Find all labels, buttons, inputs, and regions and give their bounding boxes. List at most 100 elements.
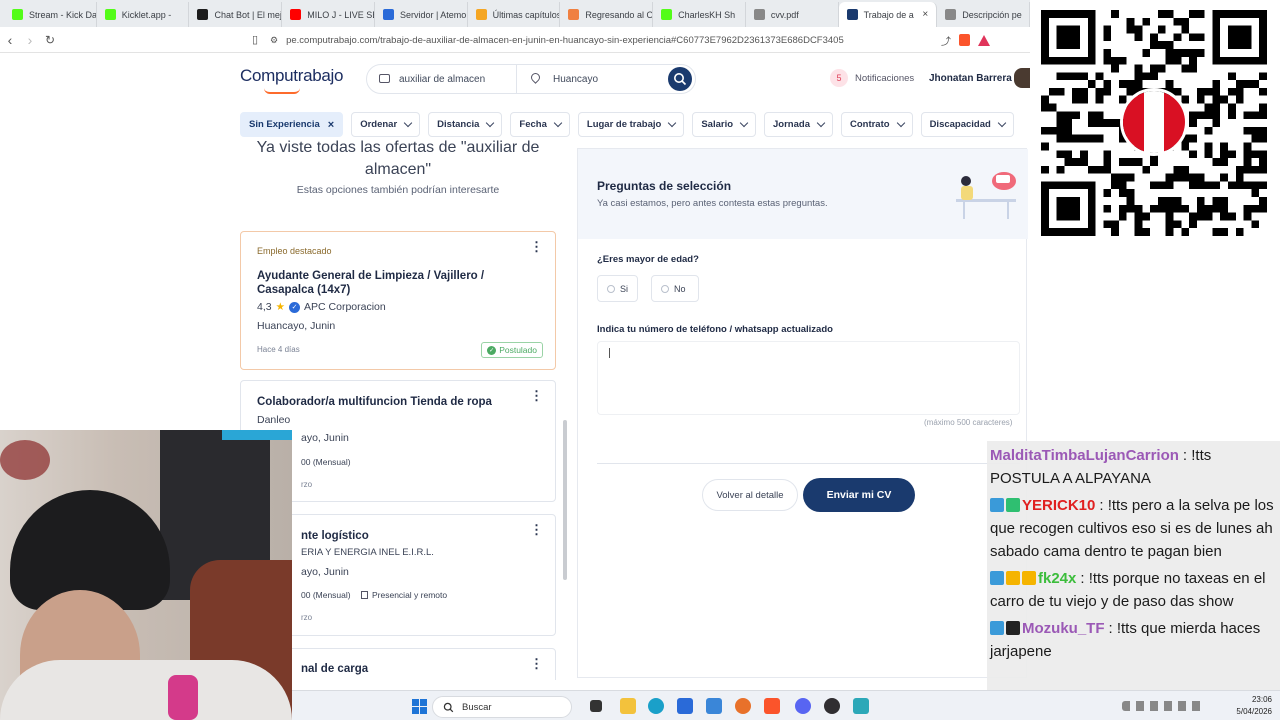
company-row: 4,3 ★ ✓ APC Corporacion — [257, 301, 386, 313]
option-no[interactable]: No — [651, 275, 699, 302]
chevron-down-icon — [403, 118, 413, 128]
system-clock[interactable]: 23:06 5/04/2026 — [1222, 694, 1272, 718]
brave-shield-icon[interactable] — [959, 34, 970, 46]
more-options-icon[interactable]: ⋮ — [530, 523, 543, 536]
browser-tab[interactable]: Últimas capítulos — [468, 2, 561, 27]
url-field[interactable]: ⚙ pe.computrabajo.com/trabajo-de-auxilia… — [270, 31, 990, 49]
windows-start-icon[interactable] — [412, 699, 427, 714]
suggestions-subtitle: Estas opciones también podrían interesar… — [296, 184, 500, 196]
back-icon[interactable]: ‹ — [0, 32, 20, 48]
tab-favicon-icon — [382, 9, 394, 20]
tab-label: MILO J - LIVE SE — [307, 9, 375, 20]
browser-tab[interactable]: CharlesKH Sh — [653, 2, 746, 27]
work-mode-label: Presencial y remoto — [372, 590, 448, 600]
rewards-icon[interactable] — [978, 34, 990, 46]
browser-tab[interactable]: Kicklet.app - — [97, 2, 190, 27]
option-yes[interactable]: Si — [597, 275, 639, 302]
browser-tab[interactable]: Servidor | Atemo — [375, 2, 468, 27]
filter-chip[interactable]: Lugar de trabajo — [577, 112, 685, 137]
job-card-featured[interactable]: ⋮ Empleo destacado Ayudante General de L… — [240, 231, 556, 370]
file-explorer-icon[interactable] — [620, 698, 636, 714]
no-more-results-line2: almacen" — [364, 161, 432, 178]
chevron-down-icon — [668, 118, 677, 128]
user-name[interactable]: Jhonatan Barrera — [929, 73, 1012, 84]
discord-icon[interactable] — [795, 698, 811, 714]
store-icon[interactable] — [677, 698, 693, 714]
job-extra: rzo — [301, 480, 313, 489]
company-name[interactable]: ERIA Y ENERGIA INEL E.I.R.L. — [301, 547, 434, 558]
browser-tab[interactable]: MILO J - LIVE SE — [282, 2, 375, 27]
bookmark-icon[interactable]: ▯ — [245, 33, 265, 46]
more-options-icon[interactable]: ⋮ — [530, 240, 543, 253]
location-input[interactable]: Huancayo — [517, 65, 668, 93]
more-options-icon[interactable]: ⋮ — [530, 389, 543, 402]
job-title[interactable]: Colaborador/a multifuncion Tienda de rop… — [257, 395, 492, 409]
phone-textarea[interactable] — [597, 341, 1020, 415]
questions-subtitle: Ya casi estamos, pero antes contesta est… — [597, 198, 828, 209]
tab-label: Regresando al O — [585, 9, 654, 20]
browser-tab[interactable]: Descripción pe — [937, 2, 1030, 27]
filter-chip[interactable]: Contrato — [840, 112, 913, 137]
more-options-icon[interactable]: ⋮ — [530, 657, 543, 670]
filter-chip[interactable]: Sin Experiencia × — [240, 112, 344, 137]
notepad-icon[interactable] — [853, 698, 869, 714]
job-title[interactable]: nal de carga — [301, 662, 368, 676]
webcam-overlay — [0, 430, 292, 720]
forward-icon[interactable]: › — [20, 32, 40, 48]
edge-icon[interactable] — [648, 698, 664, 714]
settings-app-icon[interactable] — [706, 698, 722, 714]
filter-chip[interactable]: Jornada — [764, 112, 833, 137]
send-cv-button[interactable]: Enviar mi CV — [803, 478, 915, 512]
site-info-icon[interactable]: ⚙ — [270, 35, 278, 46]
filter-chip[interactable]: Salario — [692, 112, 757, 137]
computrabajo-logo[interactable]: Computrabajo — [240, 66, 343, 86]
back-to-detail-button[interactable]: Volver al detalle — [702, 479, 798, 511]
job-title[interactable]: nte logístico — [301, 529, 369, 543]
browser-tab[interactable]: cvv.pdf — [746, 2, 839, 27]
company-name[interactable]: Danleo — [257, 414, 290, 426]
company-name[interactable]: APC Corporacion — [304, 301, 386, 313]
browser-tab[interactable]: Regresando al O — [560, 2, 654, 27]
filter-chip[interactable]: Distancia — [428, 112, 503, 137]
filter-chip[interactable]: Ordenar — [351, 112, 421, 137]
reload-icon[interactable]: ↻ — [40, 33, 60, 47]
firefox-icon[interactable] — [735, 698, 751, 714]
chat-badge-icon — [990, 621, 1004, 635]
browser-tab[interactable]: Stream - Kick Da — [4, 2, 97, 27]
job-location: ayo, Junin — [301, 566, 349, 578]
applied-label: Postulado — [499, 345, 537, 355]
search-button[interactable] — [668, 67, 692, 91]
tab-favicon-icon — [475, 9, 487, 20]
share-icon[interactable]: ⤴ — [941, 33, 951, 48]
browser-tab[interactable]: Trabajo de a × — [838, 2, 938, 27]
logo-smile — [264, 88, 300, 94]
filter-chip[interactable]: Discapacidad — [920, 112, 1014, 137]
no-more-results-line1: Ya viste todas las ofertas de "auxiliar … — [256, 140, 540, 156]
tab-label: Stream - Kick Da — [29, 9, 97, 20]
close-tab-icon[interactable]: × — [922, 9, 928, 20]
work-mode: Presencial y remoto — [361, 590, 447, 600]
browser-tab[interactable]: Chat Bot | El mej — [189, 2, 283, 27]
task-view-icon[interactable] — [590, 700, 602, 712]
notifications[interactable]: 5 Notificaciones — [830, 69, 914, 87]
search-input[interactable]: auxiliar de almacen — [367, 65, 517, 93]
filter-chip[interactable]: Fecha — [510, 112, 570, 137]
tray-icons[interactable] — [1122, 701, 1212, 711]
results-scrollbar[interactable] — [563, 420, 567, 580]
taskbar-search[interactable]: Buscar — [432, 696, 572, 718]
obs-icon[interactable] — [824, 698, 840, 714]
chat-username: Mozuku_TF — [1022, 620, 1105, 637]
taskbar-search-label: Buscar — [462, 701, 492, 713]
radio-icon — [661, 284, 669, 293]
brave-icon[interactable] — [764, 698, 780, 714]
search-icon — [674, 73, 687, 86]
job-salary: 00 (Mensual) — [301, 590, 351, 600]
filter-chip-label: Lugar de trabajo — [586, 119, 662, 130]
job-title[interactable]: Ayudante General de Limpieza / Vajillero… — [257, 269, 522, 297]
chevron-down-icon — [739, 118, 749, 128]
posted-time: Hace 4 días — [257, 345, 300, 354]
clock-time: 23:06 — [1251, 695, 1272, 704]
avatar[interactable] — [1014, 68, 1030, 88]
person-at-desk-illustration — [956, 172, 1016, 219]
option-yes-label: Si — [620, 283, 629, 294]
